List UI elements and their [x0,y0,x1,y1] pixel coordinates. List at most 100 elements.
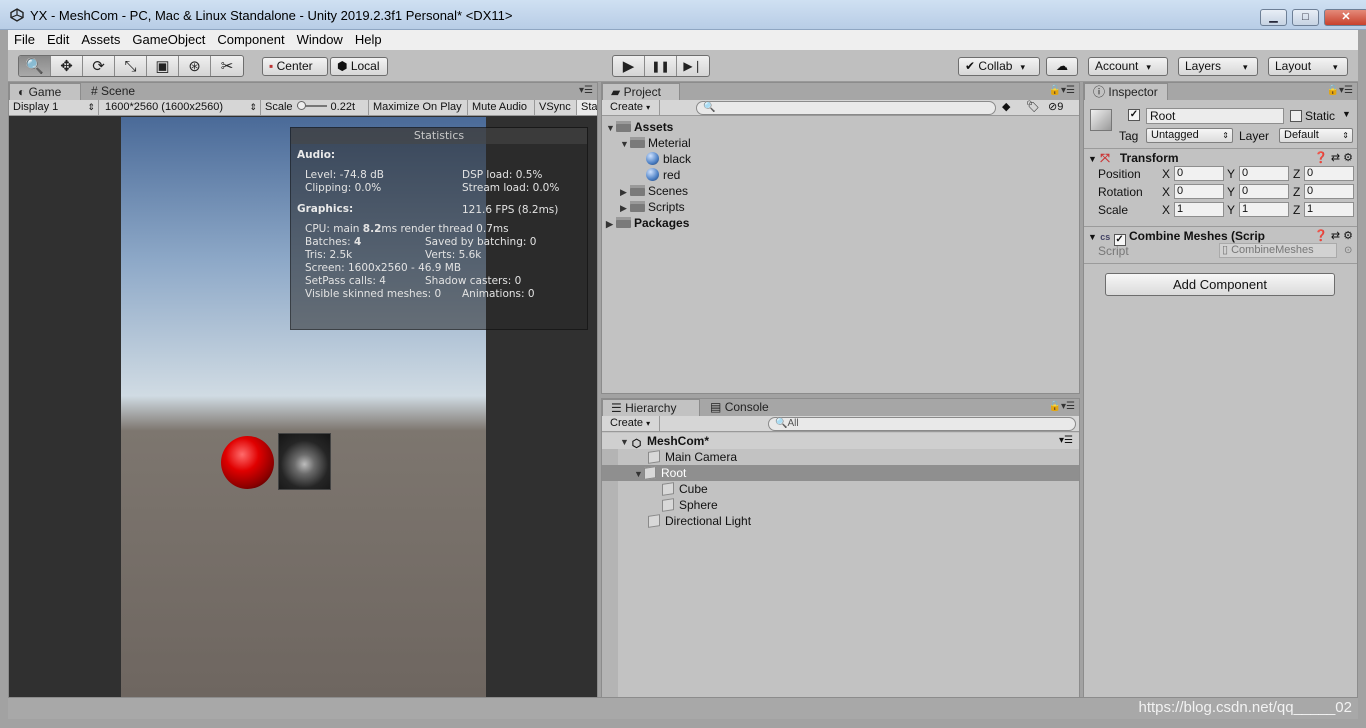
tab-hierarchy[interactable]: ☰ Hierarchy [602,399,700,416]
rotation-row: Rotation X0 Y0 Z0 [1084,184,1357,200]
hierarchy-create-dropdown[interactable]: Create ▾ [606,416,660,431]
chevron-down-icon: ▾ [1146,62,1151,72]
position-y-field[interactable]: 0 [1239,166,1289,181]
scale-x-field[interactable]: 1 [1174,202,1224,217]
rotation-x-field[interactable]: 0 [1174,184,1224,199]
lock-menu-icon[interactable]: 🔒▾☰ [1049,85,1075,96]
maximize-button[interactable]: □ [1292,9,1319,26]
mute-audio-toggle[interactable]: Mute Audio [468,100,535,115]
filter-type-icon[interactable]: ◆ [1002,100,1010,115]
rotation-z-field[interactable]: 0 [1304,184,1354,199]
expand-icon[interactable]: ▼ [1088,232,1097,242]
collapse-icon[interactable]: ▶ [620,200,630,216]
minimize-button[interactable]: ▁ [1260,9,1287,26]
expand-icon[interactable]: ▼ [634,466,644,482]
hierarchy-item-main-camera[interactable]: Main Camera [602,449,1079,465]
menu-edit[interactable]: Edit [41,30,75,50]
scale-y-field[interactable]: 1 [1239,202,1289,217]
close-button[interactable]: ✕ [1324,9,1366,26]
tree-black[interactable]: black [602,151,1079,167]
hierarchy-item-root[interactable]: ▼ Root [602,465,1079,481]
scene-row[interactable]: ▼ ⬡ MeshCom* ▾☰ [602,433,1079,450]
scale-slider[interactable]: Scale 0.22t [261,100,369,115]
tab-console[interactable]: ▤ Console [702,399,782,416]
y-label: Y [1227,185,1236,199]
menu-help[interactable]: Help [349,30,388,50]
menu-gameobject[interactable]: GameObject [126,30,211,50]
collapse-icon[interactable]: ▶ [620,184,630,200]
active-checkbox[interactable]: ✓ [1128,109,1140,121]
expand-icon[interactable]: ▼ [620,434,630,450]
vsync-toggle[interactable]: VSync [535,100,577,115]
tab-project[interactable]: ▰ Project [602,83,680,100]
menu-file[interactable]: File [8,30,41,50]
chevron-down-icon[interactable]: ▼ [1342,109,1351,119]
layer-dropdown[interactable]: Default ⇕ [1279,128,1353,143]
pivot-center-button[interactable]: ▪ Center [262,57,328,76]
rotation-y-field[interactable]: 0 [1239,184,1289,199]
step-icon[interactable]: ▶❘ [677,56,709,76]
layers-dropdown[interactable]: Layers ▾ [1178,57,1258,76]
object-name-input[interactable]: Root [1146,108,1284,124]
rotate-tool-icon[interactable]: ⟳ [83,56,115,76]
transform-tool-icon[interactable]: ⊛ [179,56,211,76]
tree-red[interactable]: red [602,167,1079,183]
view-tool-icon[interactable]: 🔍 [19,56,51,76]
folder-icon [630,137,645,148]
scene-menu-icon[interactable]: ▾☰ [1059,433,1073,449]
pause-icon[interactable]: ❚❚ [645,56,677,76]
tab-scene[interactable]: # Scene [83,83,155,100]
hierarchy-item-sphere[interactable]: Sphere [602,497,1079,513]
account-dropdown[interactable]: Account ▾ [1088,57,1168,76]
component-settings-icon[interactable]: ❓ ⇄ ⚙ [1314,149,1353,167]
filter-label-icon[interactable]: 🏷 [1026,100,1040,115]
transform-header[interactable]: ▼ ⤧ Transform ❓ ⇄ ⚙ [1084,148,1357,166]
position-z-field[interactable]: 0 [1304,166,1354,181]
lock-menu-icon[interactable]: 🔒▾☰ [1049,401,1075,412]
rect-tool-icon[interactable]: ▣ [147,56,179,76]
tree-assets[interactable]: ▼ Assets [602,119,1079,135]
hidden-packages-icon[interactable]: ⊘9 [1048,100,1063,115]
scale-z-field[interactable]: 1 [1304,202,1354,217]
tab-inspector[interactable]: ⓘ Inspector [1084,83,1168,100]
expand-icon[interactable]: ▼ [620,136,630,152]
menu-component[interactable]: Component [211,30,290,50]
slider-thumb[interactable] [296,101,306,110]
add-component-button[interactable]: Add Component [1105,273,1335,296]
static-checkbox[interactable] [1290,110,1302,122]
tree-packages[interactable]: ▶ Packages [602,215,1079,231]
combine-meshes-header[interactable]: ▼ cs ✓ Combine Meshes (Scrip ❓ ⇄ ⚙ [1084,226,1357,246]
hierarchy-item-directional-light[interactable]: Directional Light [602,513,1079,529]
collapse-icon[interactable]: ▶ [606,216,616,232]
custom-tool-icon[interactable]: ✂ [211,56,243,76]
tab-game[interactable]: ◐ Game [9,83,81,100]
position-x-field[interactable]: 0 [1174,166,1224,181]
project-create-dropdown[interactable]: Create ▾ [606,100,660,115]
tree-scripts[interactable]: ▶ Scripts [602,199,1079,215]
stats-toggle[interactable]: Sta [577,100,597,115]
maximize-on-play-toggle[interactable]: Maximize On Play [369,100,468,115]
hierarchy-search-input[interactable]: 🔍All [768,417,1076,431]
menu-window[interactable]: Window [291,30,349,50]
tree-scenes[interactable]: ▶ Scenes [602,183,1079,199]
cloud-button[interactable]: ☁ [1046,57,1078,76]
project-search-input[interactable]: 🔍 [696,101,996,115]
expand-icon[interactable]: ▼ [606,120,616,136]
object-picker-icon[interactable]: ⊙ [1344,243,1352,259]
panel-menu-icon[interactable]: ▾☰ [579,85,593,96]
collab-button[interactable]: ✔ Collab ▾ [958,57,1040,76]
resolution-dropdown[interactable]: 1600*2560 (1600x2560) ⇕ [99,100,261,115]
tag-dropdown[interactable]: Untagged ⇕ [1146,128,1233,143]
space-local-button[interactable]: ⬢ Local [330,57,388,76]
gameobject-icon [648,450,660,464]
tree-meterial[interactable]: ▼ Meterial [602,135,1079,151]
lock-menu-icon[interactable]: 🔒▾☰ [1327,85,1353,96]
hierarchy-item-cube[interactable]: Cube [602,481,1079,497]
scale-tool-icon[interactable]: ⤡ [115,56,147,76]
display-dropdown[interactable]: Display 1 ⇕ [9,100,99,115]
move-tool-icon[interactable]: ✥ [51,56,83,76]
menu-assets[interactable]: Assets [75,30,126,50]
expand-icon[interactable]: ▼ [1088,154,1097,164]
play-icon[interactable]: ▶ [613,56,645,76]
layout-dropdown[interactable]: Layout ▾ [1268,57,1348,76]
